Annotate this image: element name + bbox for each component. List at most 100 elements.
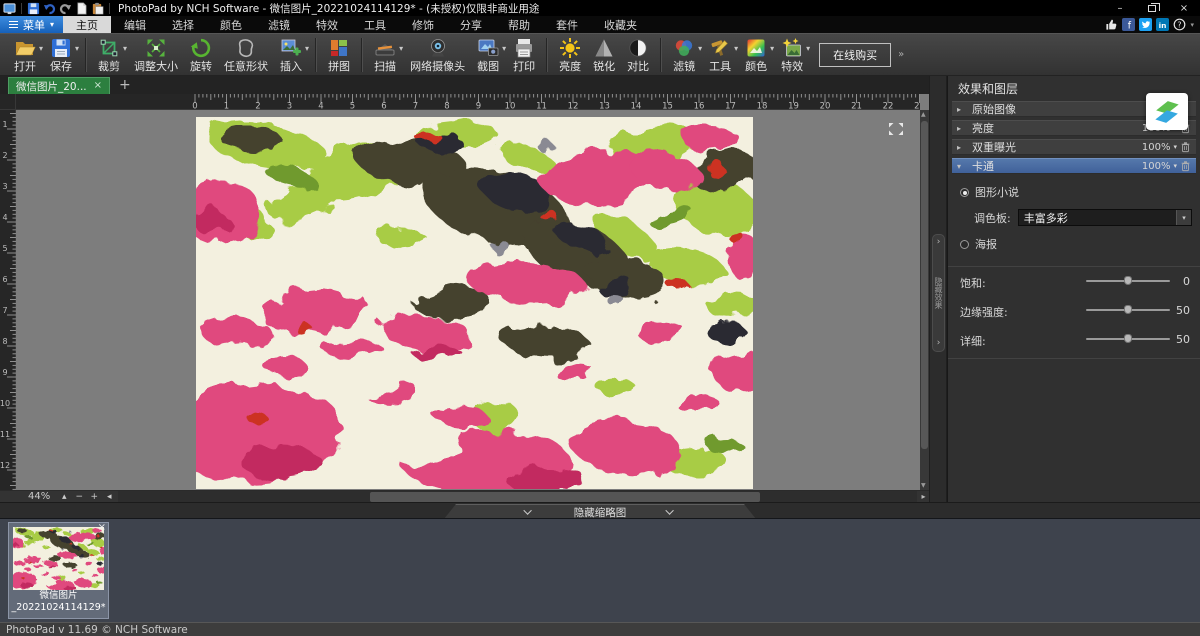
- new-tab-button[interactable]: +: [119, 78, 131, 92]
- slider-thumb[interactable]: [1124, 276, 1132, 285]
- scroll-down-icon[interactable]: ▼: [921, 482, 926, 489]
- image-canvas[interactable]: [196, 117, 753, 489]
- scroll-right-icon[interactable]: ▸: [918, 492, 929, 501]
- chevron-down-icon[interactable]: ▾: [305, 44, 309, 53]
- slider-track[interactable]: [1086, 338, 1170, 340]
- open-button[interactable]: 打开: [8, 36, 42, 73]
- menu-tab-10[interactable]: 套件: [543, 16, 591, 33]
- radio-selected-icon[interactable]: [960, 188, 969, 197]
- zoom-in-button[interactable]: +: [88, 491, 100, 502]
- like-icon[interactable]: [1105, 18, 1118, 31]
- palette-dropdown[interactable]: 丰富多彩 ▾: [1018, 209, 1192, 226]
- close-button[interactable]: ×: [1168, 0, 1200, 16]
- collage-button[interactable]: 拼图: [322, 36, 356, 73]
- chevron-down-icon[interactable]: ▾: [39, 44, 43, 53]
- contrast-button[interactable]: 对比: [621, 36, 655, 73]
- effects-button[interactable]: 特效: [775, 36, 809, 73]
- webcam-button[interactable]: 网络摄像头: [404, 36, 471, 73]
- chevron-collapsed-icon[interactable]: ▸: [957, 105, 965, 114]
- toolbar-overflow-icon[interactable]: »: [898, 49, 904, 60]
- horizontal-scroll-thumb[interactable]: [370, 492, 760, 502]
- menu-tab-6[interactable]: 工具: [351, 16, 399, 33]
- app-icon[interactable]: [3, 2, 16, 15]
- trash-icon[interactable]: [1180, 141, 1191, 153]
- chevron-expanded-icon[interactable]: ▾: [957, 162, 965, 171]
- restore-button[interactable]: [1136, 0, 1168, 16]
- layer-opacity-value[interactable]: 100%: [1142, 142, 1171, 153]
- help-icon[interactable]: ?: [1173, 18, 1186, 31]
- trash-icon[interactable]: [1180, 160, 1191, 172]
- menu-tab-0[interactable]: 主页: [63, 16, 111, 33]
- chevron-collapsed-icon[interactable]: ▸: [957, 143, 965, 152]
- horizontal-scrollbar[interactable]: [118, 491, 917, 503]
- redo-icon[interactable]: [59, 2, 72, 15]
- menu-tab-7[interactable]: 修饰: [399, 16, 447, 33]
- screenshot-button[interactable]: 截图: [471, 36, 505, 73]
- slider-track[interactable]: [1086, 309, 1170, 311]
- twitter-icon[interactable]: [1139, 18, 1152, 31]
- scroll-left-icon[interactable]: ◂: [103, 491, 115, 502]
- chevron-down-icon[interactable]: ▾: [123, 44, 127, 53]
- save-icon[interactable]: [27, 2, 40, 15]
- chevron-down-icon[interactable]: ▾: [1173, 162, 1177, 170]
- thumbnail-close-icon[interactable]: ×: [98, 522, 106, 534]
- chevron-down-icon[interactable]: ▾: [502, 44, 506, 53]
- vertical-scroll-thumb[interactable]: [921, 121, 928, 449]
- chevron-down-icon[interactable]: ▾: [698, 44, 702, 53]
- linkedin-icon[interactable]: in: [1156, 18, 1169, 31]
- undo-icon[interactable]: [43, 2, 56, 15]
- menu-button[interactable]: 菜单 ▾: [0, 16, 63, 33]
- menu-tab-8[interactable]: 分享: [447, 16, 495, 33]
- save-button[interactable]: 保存: [44, 36, 78, 73]
- print-button[interactable]: 打印: [507, 36, 541, 73]
- new-icon[interactable]: [75, 2, 88, 15]
- minimize-button[interactable]: –: [1104, 0, 1136, 16]
- color-button[interactable]: 颜色: [739, 36, 773, 73]
- menu-tab-2[interactable]: 选择: [159, 16, 207, 33]
- menu-tab-3[interactable]: 颜色: [207, 16, 255, 33]
- slider-track[interactable]: [1086, 280, 1170, 282]
- rotate-button[interactable]: 旋转: [184, 36, 218, 73]
- zoom-level[interactable]: 44%: [28, 491, 50, 502]
- chevron-down-icon[interactable]: ▾: [399, 44, 403, 53]
- chevron-down-icon[interactable]: ▾: [770, 44, 774, 53]
- hide-thumbnails-toggle[interactable]: 隐藏缩略图: [444, 504, 756, 519]
- layer-row-3[interactable]: ▾卡通100%▾: [952, 158, 1196, 174]
- thumbnail-card[interactable]: × 微信图片 _20221024114129*: [8, 522, 109, 619]
- expand-fullscreen-icon[interactable]: [888, 121, 904, 135]
- graphic-novel-option[interactable]: 图形小说: [960, 184, 1200, 200]
- layer-opacity-value[interactable]: 100%: [1142, 161, 1171, 172]
- insert-button[interactable]: 插入: [274, 36, 308, 73]
- menu-tab-11[interactable]: 收藏夹: [591, 16, 650, 33]
- document-tab[interactable]: 微信图片_20... ×: [8, 77, 110, 94]
- tab-close-icon[interactable]: ×: [94, 81, 102, 91]
- menu-tab-5[interactable]: 特效: [303, 16, 351, 33]
- canvas-viewport[interactable]: [16, 110, 920, 490]
- chevron-down-icon[interactable]: ▾: [734, 44, 738, 53]
- menu-tab-9[interactable]: 帮助: [495, 16, 543, 33]
- slider-thumb[interactable]: [1124, 305, 1132, 314]
- chevron-collapsed-icon[interactable]: ▸: [957, 124, 965, 133]
- hide-effects-handle[interactable]: › 隐藏效果 ›: [932, 234, 945, 352]
- filter-button[interactable]: 滤镜: [667, 36, 701, 73]
- menu-tab-4[interactable]: 滤镜: [255, 16, 303, 33]
- paste-icon[interactable]: [91, 2, 104, 15]
- chevron-down-icon[interactable]: ▾: [1190, 21, 1194, 29]
- zoom-out-button[interactable]: −: [73, 491, 85, 502]
- poster-option[interactable]: 海报: [960, 236, 1200, 252]
- vertical-scrollbar[interactable]: ▲ ▼: [920, 110, 929, 490]
- slider-thumb[interactable]: [1124, 334, 1132, 343]
- chevron-down-icon[interactable]: ▾: [1173, 143, 1177, 151]
- radio-unselected-icon[interactable]: [960, 240, 969, 249]
- chevron-down-icon[interactable]: ▾: [806, 44, 810, 53]
- sharpen-button[interactable]: 锐化: [587, 36, 621, 73]
- brightness-button[interactable]: 亮度: [553, 36, 587, 73]
- chevron-down-icon[interactable]: ▾: [75, 44, 79, 53]
- freeform-button[interactable]: 任意形状: [218, 36, 274, 73]
- tools-button[interactable]: 工具: [703, 36, 737, 73]
- scroll-up-icon[interactable]: ▲: [921, 111, 926, 118]
- crop-button[interactable]: 裁剪: [92, 36, 126, 73]
- scan-button[interactable]: 扫描: [368, 36, 402, 73]
- chevron-down-icon[interactable]: ▾: [1176, 210, 1191, 225]
- menu-tab-1[interactable]: 编辑: [111, 16, 159, 33]
